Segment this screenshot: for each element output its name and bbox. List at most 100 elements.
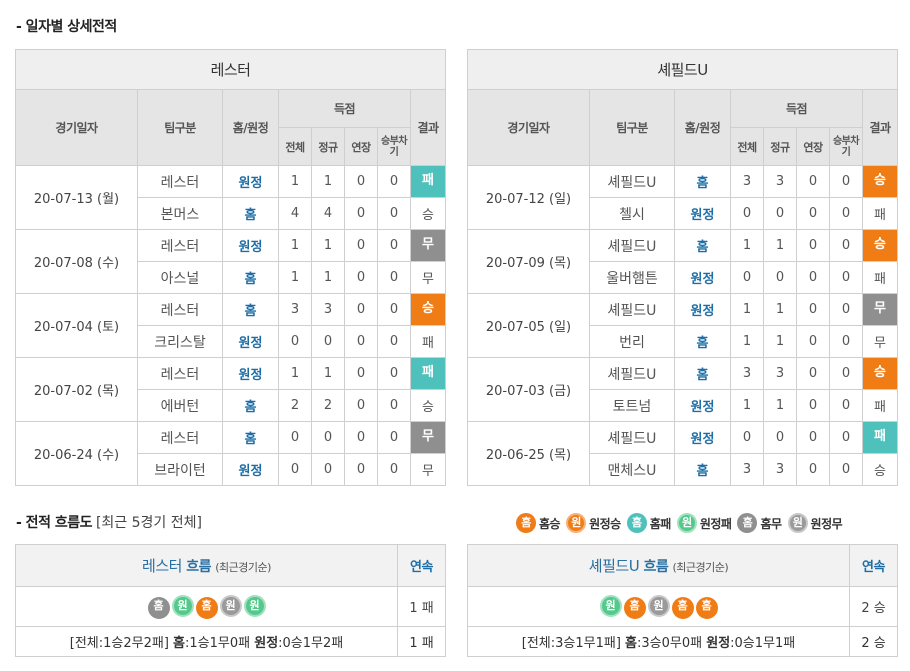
score-regular: 0 bbox=[763, 261, 797, 294]
result-cell: 승 bbox=[861, 357, 899, 390]
team-name: 레스터 bbox=[137, 165, 223, 198]
score-extra: 0 bbox=[796, 453, 830, 486]
score-so: 0 bbox=[829, 453, 863, 486]
result-legend: 홈 홈승 원 원정승 홈 홈패 원 원정패 홈 홈무 원 원정무 bbox=[516, 513, 843, 533]
score-extra: 0 bbox=[344, 421, 378, 454]
team-name: 레스터 bbox=[137, 229, 223, 262]
legend-label: 원정패 bbox=[699, 516, 732, 531]
team-name: 맨체스U bbox=[589, 453, 675, 486]
header-result: 결과 bbox=[861, 89, 899, 166]
result-cell: 승 bbox=[861, 453, 899, 486]
left-flow-team: 레스터 bbox=[142, 557, 182, 575]
result-badge: 무 bbox=[863, 294, 897, 325]
right-flow-word: 흐름 bbox=[643, 559, 669, 575]
score-total: 1 bbox=[730, 325, 764, 358]
result-cell: 무 bbox=[861, 325, 899, 358]
team-name: 첼시 bbox=[589, 197, 675, 230]
home-away: 홈 bbox=[674, 325, 731, 358]
result-circle-icon: 홈 bbox=[671, 596, 694, 619]
home-away: 원정 bbox=[222, 357, 279, 390]
legend-item: 원 원정무 bbox=[787, 513, 843, 533]
score-extra: 0 bbox=[344, 293, 378, 326]
home-away: 홈 bbox=[222, 197, 279, 230]
team-name: 레스터 bbox=[137, 421, 223, 454]
score-total: 3 bbox=[730, 165, 764, 198]
score-total: 0 bbox=[730, 197, 764, 230]
match-date: 20-07-09 (목) bbox=[467, 229, 590, 294]
home-away: 원정 bbox=[674, 261, 731, 294]
header-home-away: 홈/원정 bbox=[222, 89, 279, 166]
score-total: 0 bbox=[278, 325, 312, 358]
home-away: 원정 bbox=[222, 229, 279, 262]
score-extra: 0 bbox=[796, 261, 830, 294]
result-circle-icon: 홈 bbox=[695, 596, 718, 619]
table-row: 20-06-24 (수) 레스터 홈 0 0 0 0 무 bbox=[15, 421, 447, 486]
section-title-flow: - 전적 흐름도 [최근 5경기 전체] bbox=[16, 512, 202, 532]
header-total: 전체 bbox=[730, 127, 764, 166]
score-so: 0 bbox=[829, 293, 863, 326]
result-cell: 패 bbox=[861, 197, 899, 230]
home-away: 홈 bbox=[674, 229, 731, 262]
score-total: 0 bbox=[730, 261, 764, 294]
result-badge: 승 bbox=[863, 358, 897, 389]
score-regular: 0 bbox=[311, 325, 345, 358]
right-team-name: 셰필드U bbox=[466, 49, 899, 90]
score-total: 1 bbox=[730, 293, 764, 326]
result-badge: 승 bbox=[863, 230, 897, 261]
result-cell: 무 bbox=[861, 293, 899, 326]
score-total: 4 bbox=[278, 197, 312, 230]
team-name: 토트넘 bbox=[589, 389, 675, 422]
result-badge: 패 bbox=[863, 422, 897, 453]
match-date: 20-06-25 (목) bbox=[467, 421, 590, 486]
right-flow-summary: [전체:3승1무1패] 홈:3승0무0패 원정:0승1무1패 bbox=[467, 626, 850, 657]
score-so: 0 bbox=[377, 261, 411, 294]
score-extra: 0 bbox=[344, 453, 378, 486]
result-circle-icon: 원 bbox=[599, 594, 622, 617]
result-cell: 무 bbox=[409, 421, 447, 454]
score-so: 0 bbox=[829, 197, 863, 230]
score-so: 0 bbox=[829, 229, 863, 262]
home-away: 홈 bbox=[222, 389, 279, 422]
right-streak-value: 2 승 bbox=[849, 586, 898, 627]
result-cell: 패 bbox=[409, 357, 447, 390]
score-total: 3 bbox=[730, 357, 764, 390]
score-so: 0 bbox=[377, 357, 411, 390]
right-summary-away-label: 원정 bbox=[706, 636, 731, 651]
score-so: 0 bbox=[377, 453, 411, 486]
match-date: 20-06-24 (수) bbox=[15, 421, 138, 486]
score-so: 0 bbox=[377, 389, 411, 422]
score-extra: 0 bbox=[344, 325, 378, 358]
right-summary-home-label: 홈 bbox=[625, 636, 638, 651]
legend-circle-icon: 원 bbox=[787, 513, 808, 533]
table-row: 20-07-08 (수) 레스터 원정 1 1 0 0 무 bbox=[15, 229, 447, 294]
result-cell: 무 bbox=[409, 453, 447, 486]
left-flow-note: (최근경기순) bbox=[215, 561, 271, 574]
right-flow-note: (최근경기순) bbox=[672, 561, 729, 574]
team-name: 셰필드U bbox=[589, 421, 675, 454]
score-extra: 0 bbox=[796, 325, 830, 358]
match-date: 20-07-08 (수) bbox=[15, 229, 138, 294]
score-extra: 0 bbox=[344, 357, 378, 390]
legend-label: 홈승 bbox=[539, 516, 561, 531]
left-flow-table: 레스터 흐름 (최근경기순) 연속 홈원홈원원 1 패 [전체:1승2무2패] … bbox=[15, 544, 446, 657]
result-badge: 무 bbox=[411, 422, 445, 453]
header-extra: 연장 bbox=[796, 127, 830, 166]
legend-item: 홈 홈승 bbox=[516, 513, 561, 533]
right-flow-table: 셰필드U 흐름 (최근경기순) 연속 원홈원홈홈 2 승 [전체:3승1무1패]… bbox=[467, 544, 898, 657]
score-regular: 0 bbox=[311, 421, 345, 454]
score-regular: 1 bbox=[311, 165, 345, 198]
team-name: 레스터 bbox=[137, 293, 223, 326]
team-name: 울버햄튼 bbox=[589, 261, 675, 294]
match-date: 20-07-02 (목) bbox=[15, 357, 138, 422]
result-cell: 패 bbox=[409, 325, 447, 358]
score-total: 2 bbox=[278, 389, 312, 422]
home-away: 홈 bbox=[674, 357, 731, 390]
home-away: 홈 bbox=[674, 165, 731, 198]
score-regular: 4 bbox=[311, 197, 345, 230]
legend-label: 원정무 bbox=[810, 516, 843, 531]
header-score: 득점 bbox=[278, 89, 411, 128]
match-date: 20-07-12 (일) bbox=[467, 165, 590, 230]
legend-circle-icon: 원 bbox=[676, 513, 697, 533]
right-summary-streak: 2 승 bbox=[849, 626, 898, 657]
right-flow-circles: 원홈원홈홈 bbox=[467, 586, 850, 627]
